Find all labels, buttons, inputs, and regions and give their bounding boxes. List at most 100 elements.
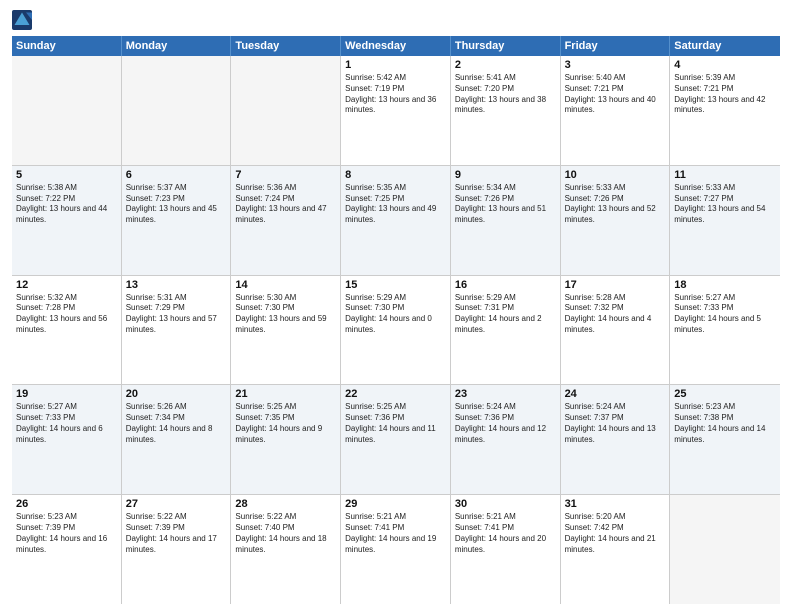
day-number: 4	[674, 59, 776, 71]
calendar-body: 1 Sunrise: 5:42 AMSunset: 7:19 PMDaylight…	[12, 56, 780, 604]
cell-info: Sunrise: 5:23 AMSunset: 7:38 PMDaylight:…	[674, 402, 776, 445]
week-row-4: 19 Sunrise: 5:27 AMSunset: 7:33 PMDayligh…	[12, 385, 780, 495]
cell-info: Sunrise: 5:24 AMSunset: 7:37 PMDaylight:…	[565, 402, 666, 445]
cell-info: Sunrise: 5:27 AMSunset: 7:33 PMDaylight:…	[674, 293, 776, 336]
day-number: 28	[235, 498, 336, 510]
cal-cell: 24 Sunrise: 5:24 AMSunset: 7:37 PMDayligh…	[561, 385, 671, 494]
cal-cell: 2 Sunrise: 5:41 AMSunset: 7:20 PMDaylight…	[451, 56, 561, 165]
cell-info: Sunrise: 5:41 AMSunset: 7:20 PMDaylight:…	[455, 73, 556, 116]
cell-info: Sunrise: 5:30 AMSunset: 7:30 PMDaylight:…	[235, 293, 336, 336]
col-header-thursday: Thursday	[451, 36, 561, 56]
cal-cell: 23Sunrise: 5:24 AMSunset: 7:36 PMDayligh…	[451, 385, 561, 494]
day-number: 21	[235, 388, 336, 400]
day-number: 19	[16, 388, 117, 400]
calendar: SundayMondayTuesdayWednesdayThursdayFrid…	[12, 36, 780, 604]
cal-cell: 30 Sunrise: 5:21 AMSunset: 7:41 PMDayligh…	[451, 495, 561, 604]
col-header-wednesday: Wednesday	[341, 36, 451, 56]
day-number: 12	[16, 279, 117, 291]
cal-cell: 17Sunrise: 5:28 AMSunset: 7:32 PMDayligh…	[561, 276, 671, 385]
cal-cell: 25 Sunrise: 5:23 AMSunset: 7:38 PMDayligh…	[670, 385, 780, 494]
cal-cell: 21 Sunrise: 5:25 AMSunset: 7:35 PMDayligh…	[231, 385, 341, 494]
day-number: 25	[674, 388, 776, 400]
cal-cell: 28 Sunrise: 5:22 AMSunset: 7:40 PMDayligh…	[231, 495, 341, 604]
cell-info: Sunrise: 5:37 AMSunset: 7:23 PMDaylight:…	[126, 183, 227, 226]
cell-info: Sunrise: 5:25 AMSunset: 7:36 PMDaylight:…	[345, 402, 446, 445]
cal-cell: 7Sunrise: 5:36 AMSunset: 7:24 PMDaylight…	[231, 166, 341, 275]
cell-info: Sunrise: 5:38 AMSunset: 7:22 PMDaylight:…	[16, 183, 117, 226]
cal-cell: 29 Sunrise: 5:21 AMSunset: 7:41 PMDayligh…	[341, 495, 451, 604]
cal-cell	[231, 56, 341, 165]
day-number: 24	[565, 388, 666, 400]
cal-cell: 3 Sunrise: 5:40 AMSunset: 7:21 PMDaylight…	[561, 56, 671, 165]
col-header-saturday: Saturday	[670, 36, 780, 56]
day-number: 9	[455, 169, 556, 181]
cal-cell: 31Sunrise: 5:20 AMSunset: 7:42 PMDayligh…	[561, 495, 671, 604]
page: SundayMondayTuesdayWednesdayThursdayFrid…	[0, 0, 792, 612]
cell-info: Sunrise: 5:33 AMSunset: 7:26 PMDaylight:…	[565, 183, 666, 226]
cal-cell: 22 Sunrise: 5:25 AMSunset: 7:36 PMDayligh…	[341, 385, 451, 494]
day-number: 3	[565, 59, 666, 71]
day-number: 26	[16, 498, 117, 510]
cal-cell: 26 Sunrise: 5:23 AMSunset: 7:39 PMDayligh…	[12, 495, 122, 604]
day-number: 2	[455, 59, 556, 71]
col-header-sunday: Sunday	[12, 36, 122, 56]
cal-cell: 14 Sunrise: 5:30 AMSunset: 7:30 PMDayligh…	[231, 276, 341, 385]
day-number: 16	[455, 279, 556, 291]
day-number: 18	[674, 279, 776, 291]
cal-cell: 11 Sunrise: 5:33 AMSunset: 7:27 PMDayligh…	[670, 166, 780, 275]
logo-icon	[12, 10, 32, 30]
week-row-5: 26 Sunrise: 5:23 AMSunset: 7:39 PMDayligh…	[12, 495, 780, 604]
cell-info: Sunrise: 5:31 AMSunset: 7:29 PMDaylight:…	[126, 293, 227, 336]
cal-cell: 9Sunrise: 5:34 AMSunset: 7:26 PMDaylight…	[451, 166, 561, 275]
cell-info: Sunrise: 5:33 AMSunset: 7:27 PMDaylight:…	[674, 183, 776, 226]
day-number: 10	[565, 169, 666, 181]
cell-info: Sunrise: 5:23 AMSunset: 7:39 PMDaylight:…	[16, 512, 117, 555]
cal-cell: 27Sunrise: 5:22 AMSunset: 7:39 PMDayligh…	[122, 495, 232, 604]
cell-info: Sunrise: 5:21 AMSunset: 7:41 PMDaylight:…	[455, 512, 556, 555]
day-number: 20	[126, 388, 227, 400]
cal-cell: 8 Sunrise: 5:35 AMSunset: 7:25 PMDaylight…	[341, 166, 451, 275]
cell-info: Sunrise: 5:39 AMSunset: 7:21 PMDaylight:…	[674, 73, 776, 116]
day-number: 27	[126, 498, 227, 510]
day-number: 8	[345, 169, 446, 181]
day-number: 29	[345, 498, 446, 510]
cal-cell	[12, 56, 122, 165]
header	[12, 10, 780, 30]
day-number: 14	[235, 279, 336, 291]
cell-info: Sunrise: 5:24 AMSunset: 7:36 PMDaylight:…	[455, 402, 556, 445]
cell-info: Sunrise: 5:28 AMSunset: 7:32 PMDaylight:…	[565, 293, 666, 336]
cell-info: Sunrise: 5:35 AMSunset: 7:25 PMDaylight:…	[345, 183, 446, 226]
cell-info: Sunrise: 5:25 AMSunset: 7:35 PMDaylight:…	[235, 402, 336, 445]
day-number: 30	[455, 498, 556, 510]
cell-info: Sunrise: 5:42 AMSunset: 7:19 PMDaylight:…	[345, 73, 446, 116]
cell-info: Sunrise: 5:21 AMSunset: 7:41 PMDaylight:…	[345, 512, 446, 555]
cal-cell: 19 Sunrise: 5:27 AMSunset: 7:33 PMDayligh…	[12, 385, 122, 494]
col-header-friday: Friday	[561, 36, 671, 56]
cell-info: Sunrise: 5:27 AMSunset: 7:33 PMDaylight:…	[16, 402, 117, 445]
cal-cell: 20 Sunrise: 5:26 AMSunset: 7:34 PMDayligh…	[122, 385, 232, 494]
cal-cell: 13 Sunrise: 5:31 AMSunset: 7:29 PMDayligh…	[122, 276, 232, 385]
day-number: 6	[126, 169, 227, 181]
day-number: 1	[345, 59, 446, 71]
cal-cell: 10 Sunrise: 5:33 AMSunset: 7:26 PMDayligh…	[561, 166, 671, 275]
col-header-monday: Monday	[122, 36, 232, 56]
cell-info: Sunrise: 5:36 AMSunset: 7:24 PMDaylight:…	[235, 183, 336, 226]
cell-info: Sunrise: 5:22 AMSunset: 7:40 PMDaylight:…	[235, 512, 336, 555]
day-number: 13	[126, 279, 227, 291]
cell-info: Sunrise: 5:26 AMSunset: 7:34 PMDaylight:…	[126, 402, 227, 445]
cal-cell: 5Sunrise: 5:38 AMSunset: 7:22 PMDaylight…	[12, 166, 122, 275]
day-number: 15	[345, 279, 446, 291]
cell-info: Sunrise: 5:32 AMSunset: 7:28 PMDaylight:…	[16, 293, 117, 336]
col-header-tuesday: Tuesday	[231, 36, 341, 56]
day-number: 11	[674, 169, 776, 181]
cal-cell: 18 Sunrise: 5:27 AMSunset: 7:33 PMDayligh…	[670, 276, 780, 385]
week-row-1: 1 Sunrise: 5:42 AMSunset: 7:19 PMDaylight…	[12, 56, 780, 166]
day-number: 22	[345, 388, 446, 400]
cal-cell	[122, 56, 232, 165]
week-row-2: 5Sunrise: 5:38 AMSunset: 7:22 PMDaylight…	[12, 166, 780, 276]
cell-info: Sunrise: 5:40 AMSunset: 7:21 PMDaylight:…	[565, 73, 666, 116]
logo	[12, 10, 36, 30]
cal-cell: 4 Sunrise: 5:39 AMSunset: 7:21 PMDaylight…	[670, 56, 780, 165]
cal-cell: 1 Sunrise: 5:42 AMSunset: 7:19 PMDaylight…	[341, 56, 451, 165]
cell-info: Sunrise: 5:20 AMSunset: 7:42 PMDaylight:…	[565, 512, 666, 555]
